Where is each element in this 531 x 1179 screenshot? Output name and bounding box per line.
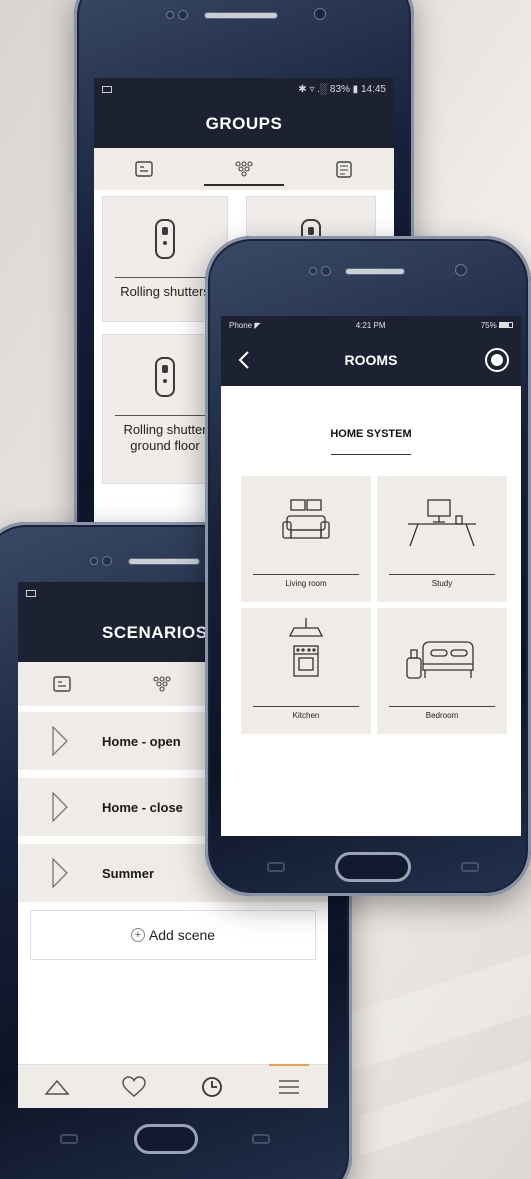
battery: 75% <box>481 321 513 330</box>
room-label: Bedroom <box>425 711 459 720</box>
front-camera <box>314 8 326 20</box>
card-divider <box>388 574 496 575</box>
battery-icon <box>498 322 513 329</box>
card-divider <box>115 415 215 416</box>
device-icon <box>135 161 153 177</box>
card-divider <box>115 277 215 278</box>
card-divider <box>252 574 360 575</box>
groups-icon <box>235 161 253 177</box>
room-label: Study <box>431 579 453 588</box>
android-status-bar: ✱ ▿ .░ 83% ▮ 14:45 <box>94 78 394 100</box>
camera <box>178 10 188 20</box>
notification-icon <box>26 589 36 597</box>
speaker-grille <box>345 268 405 275</box>
menu-icon <box>279 1079 300 1094</box>
group-label: Rolling shutters <box>120 284 210 299</box>
home-hardware-button[interactable] <box>134 1124 198 1154</box>
oven-icon <box>288 618 324 677</box>
remote-icon <box>155 357 175 397</box>
remote-icon <box>155 219 175 259</box>
camera <box>321 266 331 276</box>
tab-groups[interactable] <box>204 148 284 190</box>
play-icon[interactable] <box>52 792 68 822</box>
back-key[interactable] <box>461 862 479 872</box>
rooms-screen: Phone ◤ 4:21 PM 75% ROOMS HOME SYSTEM Li… <box>221 316 521 836</box>
favorites-icon <box>122 1075 147 1097</box>
background-stripe <box>360 1044 531 1156</box>
phone-rooms: Phone ◤ 4:21 PM 75% ROOMS HOME SYSTEM Li… <box>205 236 531 896</box>
record-button[interactable] <box>485 348 509 372</box>
home-hardware-button[interactable] <box>335 852 411 882</box>
back-arrow-icon[interactable] <box>235 350 255 370</box>
clock: 4:21 PM <box>355 320 386 330</box>
play-icon[interactable] <box>52 858 68 888</box>
nav-favorites[interactable] <box>120 1073 148 1101</box>
group-label: Rolling shutter ground floor <box>123 422 207 454</box>
bottom-navigation <box>18 1063 328 1108</box>
recent-apps-key[interactable] <box>267 862 285 872</box>
home-icon <box>44 1079 70 1095</box>
rooms-title-bar: ROOMS <box>221 334 521 386</box>
room-label: Living room <box>285 579 327 588</box>
section-divider <box>331 454 411 455</box>
carrier-label: Phone <box>229 320 253 330</box>
plus-icon: + <box>130 928 145 942</box>
scene-name: Summer <box>102 865 155 881</box>
add-scene-label: Add scene <box>148 927 216 943</box>
scene-name: Home - open <box>102 733 181 749</box>
card-divider <box>388 706 496 707</box>
rooms-title: ROOMS <box>344 352 398 368</box>
tab-groups[interactable] <box>132 662 192 706</box>
front-camera <box>455 264 467 276</box>
notification-icon <box>102 85 112 93</box>
back-key[interactable] <box>252 1134 270 1144</box>
sofa-icon <box>282 499 330 539</box>
tab-devices[interactable] <box>32 662 92 706</box>
nav-menu[interactable] <box>269 1063 310 1101</box>
groups-tabs <box>94 148 394 190</box>
nav-timer[interactable] <box>198 1073 226 1101</box>
room-card-living-room[interactable]: Living room <box>241 476 371 602</box>
section-title: HOME SYSTEM <box>330 428 412 440</box>
room-card-kitchen[interactable]: Kitchen <box>241 608 371 734</box>
sensor <box>166 11 174 19</box>
scenario-icon <box>336 161 352 178</box>
groups-title: GROUPS <box>94 100 394 148</box>
add-scene-button[interactable]: + Add scene <box>30 910 316 960</box>
room-card-study[interactable]: Study <box>377 476 507 602</box>
play-icon[interactable] <box>52 726 68 756</box>
room-label: Kitchen <box>292 711 320 720</box>
groups-icon <box>153 676 171 692</box>
recent-apps-key[interactable] <box>60 1134 78 1144</box>
speaker-grille <box>204 12 278 19</box>
active-indicator <box>269 1063 310 1066</box>
battery-label: 75% <box>480 320 497 330</box>
device-icon <box>53 676 71 692</box>
tab-devices[interactable] <box>114 148 174 190</box>
card-divider <box>252 706 360 707</box>
bed-icon <box>406 641 474 679</box>
tab-scenarios[interactable] <box>314 148 374 190</box>
room-card-bedroom[interactable]: Bedroom <box>377 608 507 734</box>
sensor <box>309 267 317 275</box>
desk-icon <box>408 499 476 547</box>
status-text: ✱ ▿ .░ 83% ▮ 14:45 <box>298 83 386 95</box>
nav-home[interactable] <box>43 1073 71 1101</box>
camera <box>102 556 112 566</box>
carrier: Phone ◤ <box>229 321 261 330</box>
ios-status-bar: Phone ◤ 4:21 PM 75% <box>221 316 521 334</box>
clock-icon <box>201 1076 222 1097</box>
sensor <box>90 557 98 565</box>
speaker-grille <box>128 558 200 565</box>
wifi-icon: ◤ <box>254 320 261 330</box>
scene-name: Home - close <box>102 799 183 815</box>
